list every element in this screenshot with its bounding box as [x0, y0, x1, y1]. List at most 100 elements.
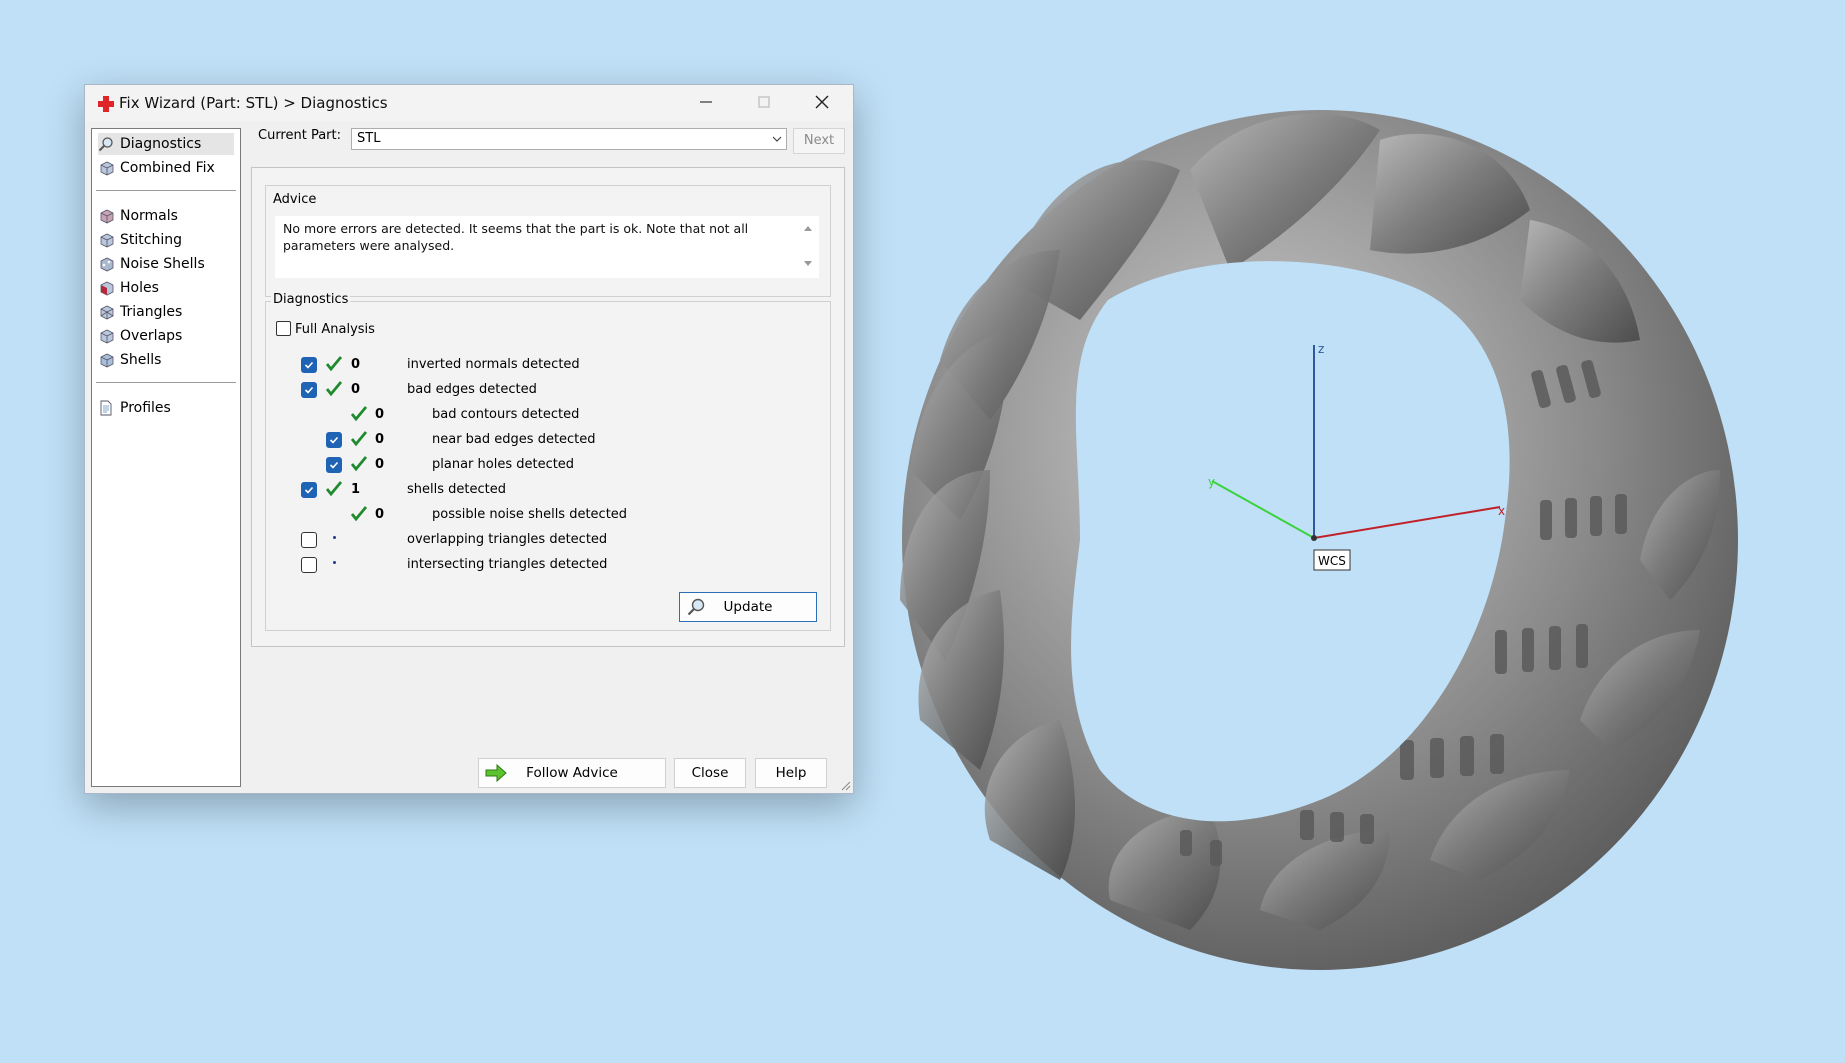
diagnostics-title: Diagnostics — [271, 292, 351, 307]
close-button[interactable]: Close — [674, 758, 746, 788]
diag-row: 0 inverted normals detected — [85, 355, 645, 375]
follow-advice-button[interactable]: Follow Advice — [478, 758, 666, 788]
ring-model — [900, 110, 1738, 970]
cube-icon — [100, 281, 114, 296]
fix-wizard-window: Fix Wizard (Part: STL) > Diagnostics Dia… — [84, 84, 854, 794]
scroll-up-icon[interactable] — [803, 224, 813, 232]
nav-label: Diagnostics — [120, 136, 202, 152]
close-icon — [815, 95, 829, 109]
nav-item-noise-shells[interactable]: Noise Shells — [98, 253, 234, 275]
check-mark-icon — [350, 506, 368, 522]
nav-item-diagnostics[interactable]: Diagnostics — [98, 133, 234, 155]
nav-item-triangles[interactable]: Triangles — [98, 301, 234, 323]
diag-row: 0 planar holes detected — [85, 455, 645, 475]
advice-text-box: No more errors are detected. It seems th… — [275, 216, 819, 278]
magnifier-icon — [687, 598, 705, 616]
full-analysis-label: Full Analysis — [295, 322, 375, 337]
red-cross-icon — [98, 96, 114, 112]
cube-icon — [100, 257, 114, 272]
diag-checkbox[interactable] — [301, 382, 317, 398]
nav-label: Stitching — [120, 232, 182, 248]
help-label: Help — [775, 765, 807, 781]
diag-count: 0 — [375, 507, 385, 522]
diag-row: 0 near bad edges detected — [85, 430, 645, 450]
green-arrow-icon — [485, 764, 507, 782]
help-button[interactable]: Help — [755, 758, 827, 788]
chevron-down-icon — [772, 136, 782, 142]
nav-label: Combined Fix — [120, 160, 215, 176]
pending-dot-icon — [333, 536, 336, 539]
diag-label: inverted normals detected — [407, 357, 580, 372]
current-part-value: STL — [357, 131, 381, 146]
window-title: Fix Wizard (Part: STL) > Diagnostics — [119, 94, 388, 112]
diag-row: overlapping triangles detected — [85, 530, 645, 550]
minimize-icon — [700, 101, 712, 103]
advice-text: No more errors are detected. It seems th… — [283, 221, 749, 253]
check-mark-icon — [350, 406, 368, 422]
scroll-down-icon[interactable] — [803, 260, 813, 268]
magnifier-icon — [98, 137, 113, 152]
cube-icon — [100, 209, 114, 224]
nav-label: Triangles — [120, 304, 183, 320]
nav-item-overlaps[interactable]: Overlaps — [98, 325, 234, 347]
close-label: Close — [691, 765, 729, 781]
nav-label: Noise Shells — [120, 256, 205, 272]
diag-checkbox[interactable] — [326, 432, 342, 448]
follow-advice-label: Follow Advice — [526, 765, 618, 781]
diag-label: bad edges detected — [407, 382, 537, 397]
nav-item-combined-fix[interactable]: Combined Fix — [98, 157, 234, 179]
diag-count: 0 — [375, 432, 385, 447]
x-axis-label: x — [1498, 504, 1505, 518]
pending-dot-icon — [333, 561, 336, 564]
maximize-button[interactable] — [735, 85, 793, 121]
diag-count: 1 — [351, 482, 361, 497]
z-axis-label: z — [1318, 342, 1324, 356]
diag-row: 0 bad contours detected — [85, 405, 645, 425]
check-mark-icon — [325, 381, 343, 397]
cube-icon — [100, 305, 114, 320]
wcs-label: WCS — [1318, 554, 1346, 568]
diag-checkbox[interactable] — [301, 482, 317, 498]
advice-title: Advice — [271, 192, 319, 207]
close-window-button[interactable] — [793, 85, 851, 121]
check-mark-icon — [325, 356, 343, 372]
resize-grip-icon[interactable] — [839, 779, 851, 791]
update-button[interactable]: Update — [679, 592, 817, 622]
current-part-dropdown[interactable]: STL — [351, 128, 787, 150]
diag-label: planar holes detected — [432, 457, 575, 472]
diag-count: 0 — [375, 407, 385, 422]
nav-item-holes[interactable]: Holes — [98, 277, 234, 299]
diag-checkbox[interactable] — [301, 357, 317, 373]
diag-row: 1 shells detected — [85, 480, 645, 500]
y-axis-label: y — [1208, 475, 1215, 489]
update-label: Update — [723, 599, 773, 615]
cube-icon — [100, 233, 114, 248]
nav-item-stitching[interactable]: Stitching — [98, 229, 234, 251]
diag-count: 0 — [351, 382, 361, 397]
maximize-icon — [758, 96, 770, 108]
minimize-button[interactable] — [677, 85, 735, 121]
diag-count: 0 — [351, 357, 361, 372]
diag-label: intersecting triangles detected — [407, 557, 608, 572]
diag-count: 0 — [375, 457, 385, 472]
diag-label: shells detected — [407, 482, 506, 497]
diag-checkbox[interactable] — [301, 532, 317, 548]
nav-label: Holes — [120, 280, 159, 296]
next-button[interactable]: Next — [793, 128, 845, 154]
full-analysis-checkbox[interactable] — [276, 321, 291, 336]
check-mark-icon — [350, 456, 368, 472]
diag-label: bad contours detected — [432, 407, 580, 422]
diag-label: possible noise shells detected — [432, 507, 628, 522]
cube-icon — [100, 329, 114, 344]
nav-label: Overlaps — [120, 328, 183, 344]
diag-checkbox[interactable] — [301, 557, 317, 573]
diag-label: overlapping triangles detected — [407, 532, 608, 547]
diag-row: intersecting triangles detected — [85, 555, 645, 575]
nav-item-normals[interactable]: Normals — [98, 205, 234, 227]
check-mark-icon — [325, 481, 343, 497]
current-part-label: Current Part: — [258, 128, 342, 143]
title-bar[interactable]: Fix Wizard (Part: STL) > Diagnostics — [85, 85, 853, 121]
cube-icon — [100, 161, 114, 176]
diag-row: 0 bad edges detected — [85, 380, 645, 400]
diag-checkbox[interactable] — [326, 457, 342, 473]
